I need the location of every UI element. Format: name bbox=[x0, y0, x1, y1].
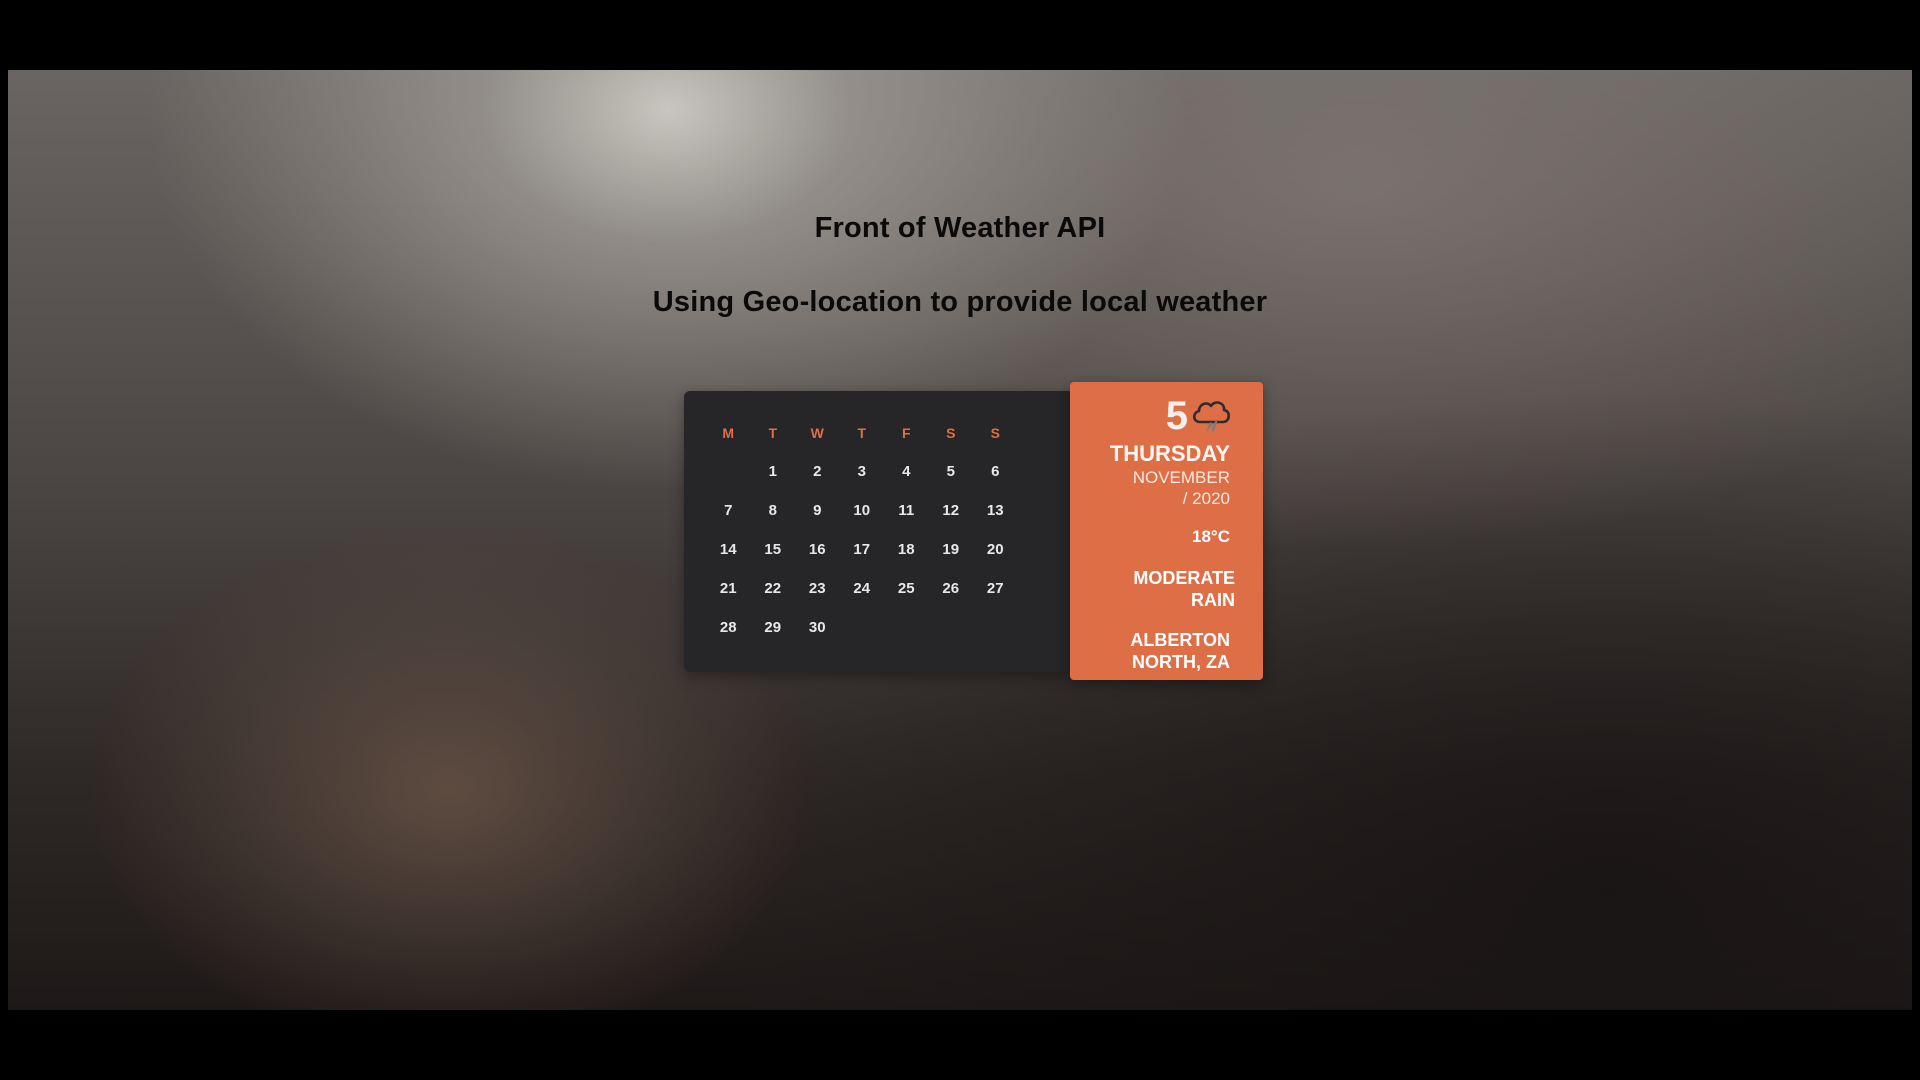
calendar-day[interactable]: 21 bbox=[706, 569, 751, 608]
calendar-day[interactable]: 14 bbox=[706, 530, 751, 569]
calendar-day-empty bbox=[973, 608, 1018, 647]
weather-month: NOVEMBER bbox=[1132, 468, 1230, 487]
calendar-day[interactable]: 13 bbox=[973, 491, 1018, 530]
rain-cloud-icon bbox=[1192, 401, 1231, 432]
calendar-day[interactable]: 24 bbox=[840, 569, 885, 608]
calendar-day[interactable]: 10 bbox=[840, 491, 885, 530]
weekday-header: F bbox=[901, 424, 911, 441]
page-subtitle: Using Geo-location to provide local weat… bbox=[652, 286, 1268, 318]
calendar-day-empty bbox=[929, 608, 974, 647]
calendar-widget: M T W T F S S 1 2 3 4 5 6 7 8 9 10 11 12… bbox=[684, 391, 1074, 672]
weather-location: ALBERTON NORTH, ZA bbox=[1130, 629, 1230, 673]
weather-card: 5 THURSDAY NOVEMBER / 2020 18°C MODERATE… bbox=[1070, 382, 1263, 680]
weekday-header: S bbox=[946, 424, 956, 441]
weather-day-row: 5 bbox=[1166, 392, 1232, 440]
weather-weekday: THURSDAY bbox=[1109, 441, 1230, 466]
calendar-day[interactable]: 4 bbox=[884, 452, 929, 491]
calendar-day[interactable]: 9 bbox=[795, 491, 840, 530]
calendar-day[interactable]: 23 bbox=[795, 569, 840, 608]
weekday-header: T bbox=[857, 424, 867, 441]
calendar-day[interactable]: 29 bbox=[751, 608, 796, 647]
calendar-day[interactable]: 16 bbox=[795, 530, 840, 569]
calendar-day[interactable]: 2 bbox=[795, 452, 840, 491]
calendar-day[interactable]: 1 bbox=[751, 452, 796, 491]
weekday-header: W bbox=[810, 424, 824, 441]
weekday-header: M bbox=[722, 424, 735, 441]
calendar-day[interactable]: 30 bbox=[795, 608, 840, 647]
calendar-day[interactable]: 8 bbox=[751, 491, 796, 530]
calendar-grid: M T W T F S S 1 2 3 4 5 6 7 8 9 10 11 12… bbox=[706, 413, 1018, 647]
calendar-day[interactable]: 22 bbox=[751, 569, 796, 608]
weather-day-number: 5 bbox=[1165, 394, 1188, 438]
calendar-day[interactable]: 26 bbox=[929, 569, 974, 608]
weather-location-line: ALBERTON bbox=[1130, 630, 1230, 650]
calendar-day-empty bbox=[884, 608, 929, 647]
weekday-header: S bbox=[990, 424, 1000, 441]
calendar-day[interactable]: 28 bbox=[706, 608, 751, 647]
presentation-slide: Front of Weather API Using Geo-location … bbox=[8, 70, 1912, 1010]
weather-year: / 2020 bbox=[1182, 489, 1230, 508]
weather-location-line: NORTH, ZA bbox=[1132, 652, 1230, 672]
page-title: Front of Weather API bbox=[814, 212, 1106, 244]
calendar-day-empty bbox=[706, 452, 751, 491]
calendar-day[interactable]: 17 bbox=[840, 530, 885, 569]
calendar-day[interactable]: 7 bbox=[706, 491, 751, 530]
calendar-day[interactable]: 6 bbox=[973, 452, 1018, 491]
calendar-day[interactable]: 25 bbox=[884, 569, 929, 608]
weather-condition-line: MODERATE bbox=[1133, 568, 1235, 588]
calendar-day[interactable]: 11 bbox=[884, 491, 929, 530]
calendar-day[interactable]: 15 bbox=[751, 530, 796, 569]
calendar-day[interactable]: 19 bbox=[929, 530, 974, 569]
weather-condition-line: RAIN bbox=[1191, 590, 1235, 610]
calendar-day[interactable]: 12 bbox=[929, 491, 974, 530]
calendar-day[interactable]: 18 bbox=[884, 530, 929, 569]
weather-temperature: 18°C bbox=[1192, 527, 1230, 546]
calendar-day[interactable]: 3 bbox=[840, 452, 885, 491]
calendar-day[interactable]: 20 bbox=[973, 530, 1018, 569]
calendar-day[interactable]: 27 bbox=[973, 569, 1018, 608]
calendar-day[interactable]: 5 bbox=[929, 452, 974, 491]
weekday-header: T bbox=[768, 424, 778, 441]
calendar-day-empty bbox=[840, 608, 885, 647]
weather-condition: MODERATE RAIN bbox=[1133, 567, 1235, 611]
